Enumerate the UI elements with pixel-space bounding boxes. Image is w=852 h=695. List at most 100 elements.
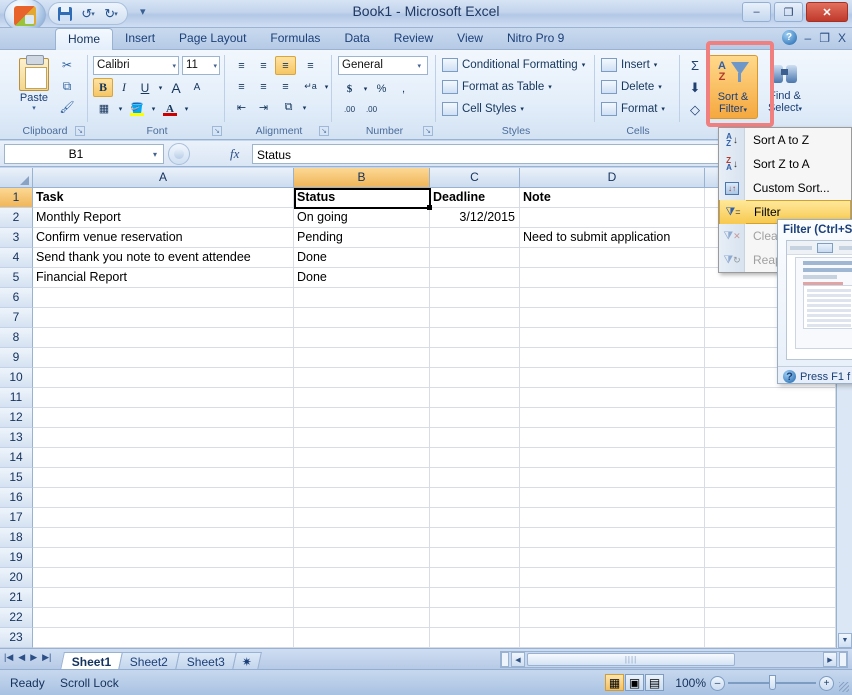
cell-value[interactable]: Task bbox=[33, 188, 294, 208]
row-header-1[interactable]: 1 bbox=[0, 188, 33, 208]
cell[interactable] bbox=[294, 368, 430, 388]
tab-home[interactable]: Home bbox=[55, 28, 114, 50]
cell[interactable] bbox=[33, 548, 294, 568]
cell[interactable] bbox=[430, 428, 520, 448]
row-header-6[interactable]: 6 bbox=[0, 288, 33, 308]
cell[interactable] bbox=[33, 288, 294, 308]
cell[interactable] bbox=[520, 608, 705, 628]
cell[interactable] bbox=[705, 388, 836, 408]
merge-dropdown-arrow[interactable]: ▾ bbox=[300, 98, 309, 117]
cell[interactable] bbox=[430, 628, 520, 648]
decrease-decimal-button[interactable]: .00 bbox=[361, 100, 382, 119]
cell[interactable] bbox=[33, 308, 294, 328]
chevron-down-icon[interactable]: ▾ bbox=[799, 106, 803, 113]
insert-worksheet-button[interactable]: ✷ bbox=[232, 652, 263, 670]
chevron-down-icon[interactable]: ▾ bbox=[147, 150, 163, 159]
align-right-button[interactable]: ≡ bbox=[275, 77, 296, 96]
cell[interactable] bbox=[705, 448, 836, 468]
help-icon[interactable]: ? bbox=[781, 30, 797, 45]
cell[interactable] bbox=[520, 588, 705, 608]
row-header-2[interactable]: 2 bbox=[0, 208, 33, 228]
cell[interactable] bbox=[520, 348, 705, 368]
wrap-text-dropdown-arrow[interactable]: ▾ bbox=[322, 77, 331, 96]
cell[interactable] bbox=[705, 588, 836, 608]
cell[interactable] bbox=[294, 548, 430, 568]
zoom-slider[interactable]: – + bbox=[710, 675, 834, 691]
cell-styles-button[interactable]: Cell Styles ▾ bbox=[442, 102, 524, 116]
tab-insert[interactable]: Insert bbox=[113, 28, 167, 50]
row-header-22[interactable]: 22 bbox=[0, 608, 33, 628]
select-all-button[interactable] bbox=[0, 168, 33, 188]
cell[interactable] bbox=[33, 608, 294, 628]
doc-close-button[interactable]: X bbox=[838, 31, 846, 45]
paste-dropdown-arrow[interactable]: ▾ bbox=[12, 104, 56, 112]
find-and-select-button[interactable]: Find & Select▾ bbox=[760, 55, 810, 119]
chevron-down-icon[interactable]: ▾ bbox=[743, 107, 747, 114]
row-header-15[interactable]: 15 bbox=[0, 468, 33, 488]
cell[interactable] bbox=[430, 488, 520, 508]
cell[interactable] bbox=[705, 628, 836, 648]
cell[interactable] bbox=[294, 528, 430, 548]
close-button[interactable]: ✕ bbox=[806, 2, 848, 22]
row-header-7[interactable]: 7 bbox=[0, 308, 33, 328]
zoom-out-button[interactable]: – bbox=[710, 676, 725, 691]
tab-review[interactable]: Review bbox=[382, 28, 445, 50]
shrink-font-button[interactable]: A bbox=[187, 78, 207, 97]
cell[interactable] bbox=[33, 448, 294, 468]
merge-center-button[interactable]: ⧉ bbox=[278, 98, 299, 117]
alignment-dialog-launcher[interactable]: ↘ bbox=[319, 126, 329, 136]
cell[interactable] bbox=[430, 388, 520, 408]
cell[interactable] bbox=[430, 248, 520, 268]
cell[interactable] bbox=[294, 628, 430, 648]
format-painter-button[interactable]: 🖌 bbox=[58, 99, 76, 115]
zoom-slider-knob[interactable] bbox=[769, 675, 776, 690]
cell[interactable] bbox=[294, 348, 430, 368]
cell[interactable] bbox=[294, 608, 430, 628]
cell-value[interactable]: Send thank you note to event attendee bbox=[33, 248, 294, 268]
percent-button[interactable]: % bbox=[371, 79, 392, 98]
cell[interactable] bbox=[705, 548, 836, 568]
formula-bar-expand-button[interactable] bbox=[168, 143, 190, 165]
cell[interactable] bbox=[294, 388, 430, 408]
row-header-11[interactable]: 11 bbox=[0, 388, 33, 408]
cell[interactable] bbox=[705, 508, 836, 528]
font-color-dropdown-arrow[interactable]: ▾ bbox=[182, 99, 191, 118]
cell[interactable] bbox=[520, 488, 705, 508]
row-header-4[interactable]: 4 bbox=[0, 248, 33, 268]
cell[interactable] bbox=[294, 408, 430, 428]
cell-value[interactable]: Done bbox=[294, 268, 430, 288]
cell[interactable] bbox=[520, 388, 705, 408]
column-header-C[interactable]: C bbox=[430, 168, 520, 188]
cell[interactable] bbox=[520, 328, 705, 348]
cell[interactable] bbox=[430, 568, 520, 588]
chevron-down-icon[interactable]: ▾ bbox=[417, 62, 421, 70]
column-header-A[interactable]: A bbox=[33, 168, 294, 188]
menu-item-sort-a-to-z[interactable]: A Z ↓ Sort A to Z bbox=[719, 128, 851, 152]
cell[interactable] bbox=[520, 408, 705, 428]
first-sheet-button[interactable]: |◀ bbox=[4, 652, 13, 663]
cell[interactable] bbox=[294, 308, 430, 328]
cell[interactable] bbox=[33, 588, 294, 608]
minimize-button[interactable]: – bbox=[742, 2, 771, 22]
align-bottom-button[interactable]: ≡ bbox=[275, 56, 296, 75]
cell[interactable] bbox=[520, 248, 705, 268]
orientation-button[interactable]: ≡ bbox=[300, 56, 321, 75]
cell[interactable] bbox=[33, 348, 294, 368]
column-header-B[interactable]: B bbox=[294, 168, 430, 188]
chevron-down-icon[interactable]: ▾ bbox=[520, 105, 524, 113]
row-header-8[interactable]: 8 bbox=[0, 328, 33, 348]
row-header-21[interactable]: 21 bbox=[0, 588, 33, 608]
cell[interactable] bbox=[520, 548, 705, 568]
italic-button[interactable]: I bbox=[114, 78, 134, 97]
cell-value[interactable]: On going bbox=[294, 208, 430, 228]
row-header-18[interactable]: 18 bbox=[0, 528, 33, 548]
cell-value[interactable]: 3/12/2015 bbox=[430, 208, 520, 228]
cell[interactable] bbox=[520, 568, 705, 588]
cell[interactable] bbox=[430, 448, 520, 468]
font-size-input[interactable]: 11 ▾ bbox=[182, 56, 220, 75]
horizontal-scrollbar[interactable]: ◀ |||| ▶ bbox=[500, 651, 848, 668]
row-header-23[interactable]: 23 bbox=[0, 628, 33, 648]
cell[interactable] bbox=[33, 628, 294, 648]
cell[interactable] bbox=[430, 268, 520, 288]
chevron-down-icon[interactable]: ▾ bbox=[548, 83, 552, 91]
